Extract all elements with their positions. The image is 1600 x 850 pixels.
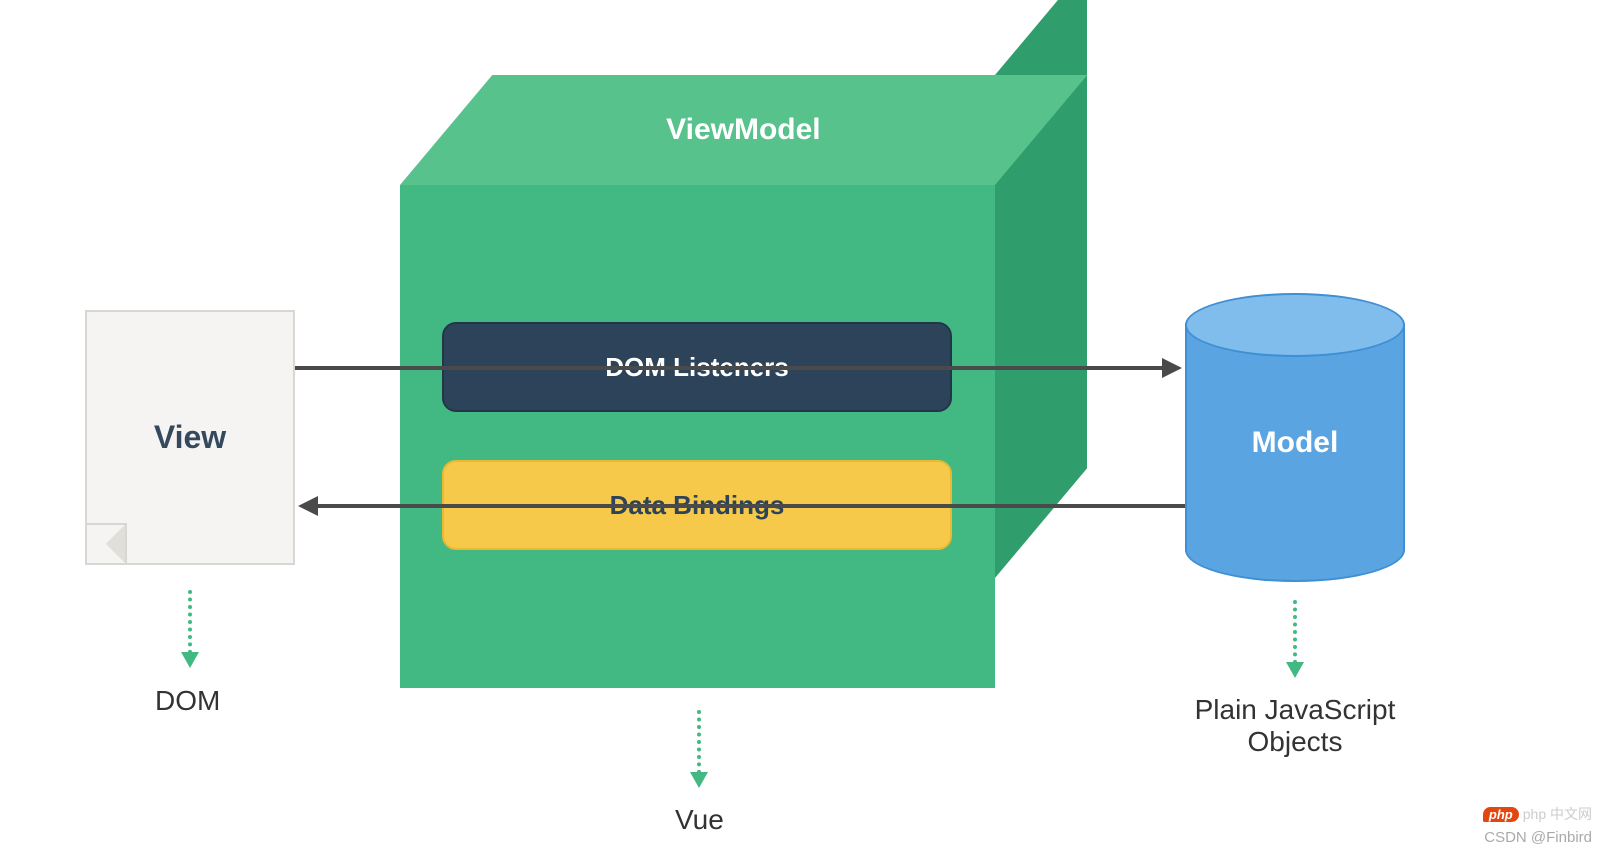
arrow-head-left-icon (298, 496, 318, 516)
view-title: View (154, 419, 226, 456)
watermark-bottom: CSDN @Finbird (1484, 829, 1592, 846)
watermark-top: php php 中文网 (1483, 804, 1592, 824)
dotted-arrow-view (188, 590, 192, 654)
viewmodel-caption: Vue (675, 804, 724, 836)
dotted-arrow-model-head-icon (1286, 662, 1304, 678)
cube-front-face (400, 185, 995, 688)
dotted-arrow-viewmodel (697, 710, 701, 774)
watermark-text-1: php 中文网 (1523, 806, 1592, 822)
php-badge-icon: php (1483, 807, 1519, 822)
cube-top-face: ViewModel (400, 75, 1087, 185)
model-title: Model (1252, 426, 1339, 460)
dotted-arrow-view-head-icon (181, 652, 199, 668)
model-block: Model (1185, 325, 1405, 550)
view-block: View (85, 310, 295, 565)
arrow-model-to-view (318, 504, 1185, 508)
cylinder-top (1185, 293, 1405, 357)
dotted-arrow-viewmodel-head-icon (690, 772, 708, 788)
dotted-arrow-model (1293, 600, 1297, 664)
viewmodel-title: ViewModel (666, 113, 820, 147)
mvvm-diagram: View ViewModel DOM Listeners Data Bindin… (0, 0, 1600, 850)
arrow-view-to-model (295, 366, 1165, 370)
view-caption: DOM (155, 685, 220, 717)
model-caption: Plain JavaScript Objects (1155, 694, 1435, 758)
arrow-head-right-icon (1162, 358, 1182, 378)
